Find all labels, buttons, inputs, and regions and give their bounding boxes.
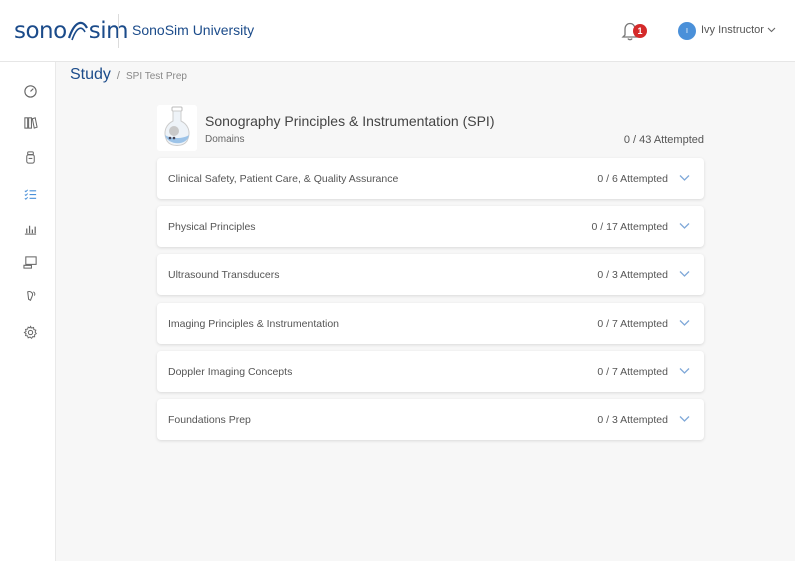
logo-text-right: sim	[88, 18, 129, 44]
domain-row-physical-principles[interactable]: Physical Principles 0 / 17 Attempted	[157, 206, 704, 247]
checklist-icon	[24, 188, 36, 200]
breadcrumb: Study / SPI Test Prep	[70, 66, 187, 84]
domain-name: Foundations Prep	[168, 413, 251, 426]
sidebar-item-settings[interactable]	[22, 324, 38, 340]
chevron-down-icon[interactable]	[679, 270, 690, 278]
probe-icon	[26, 290, 35, 301]
sonosim-logo[interactable]: sono sim	[14, 14, 129, 48]
chevron-down-icon[interactable]	[679, 319, 690, 327]
domain-name: Imaging Principles & Instrumentation	[168, 317, 339, 330]
sidebar-item-study[interactable]	[22, 186, 38, 202]
chevron-down-icon	[767, 27, 776, 33]
breadcrumb-separator: /	[116, 70, 120, 82]
notification-badge[interactable]: 1	[633, 24, 647, 38]
university-name[interactable]: SonoSim University	[132, 22, 254, 38]
domain-attempted: 0 / 3 Attempted	[597, 413, 668, 426]
domain-attempted: 0 / 17 Attempted	[591, 220, 668, 233]
sidebar-item-bottle[interactable]	[22, 149, 38, 165]
domain-row-foundations-prep[interactable]: Foundations Prep 0 / 3 Attempted	[157, 399, 704, 440]
domain-name: Ultrasound Transducers	[168, 268, 280, 281]
course-attempted-count: 0 / 43 Attempted	[623, 134, 704, 146]
chevron-down-icon[interactable]	[679, 222, 690, 230]
domain-row-clinical-safety[interactable]: Clinical Safety, Patient Care, & Quality…	[157, 158, 704, 199]
domain-row-doppler-imaging[interactable]: Doppler Imaging Concepts 0 / 7 Attempted	[157, 351, 704, 392]
domain-attempted: 0 / 6 Attempted	[597, 172, 668, 185]
domain-attempted: 0 / 7 Attempted	[597, 365, 668, 378]
domain-name: Clinical Safety, Patient Care, & Quality…	[168, 172, 399, 185]
chevron-down-icon[interactable]	[679, 415, 690, 423]
domain-row-ultrasound-transducers[interactable]: Ultrasound Transducers 0 / 3 Attempted	[157, 254, 704, 295]
user-name-label: Ivy Instructor	[701, 24, 764, 36]
bottle-icon	[25, 150, 35, 164]
left-sidebar	[0, 62, 56, 561]
course-subtitle: Domains	[205, 134, 245, 145]
chart-icon	[24, 225, 36, 235]
domain-row-imaging-principles[interactable]: Imaging Principles & Instrumentation 0 /…	[157, 303, 704, 344]
gear-icon	[23, 324, 37, 339]
avatar[interactable]: I	[678, 22, 696, 40]
domain-name: Doppler Imaging Concepts	[168, 365, 293, 378]
user-menu[interactable]: Ivy Instructor	[701, 24, 776, 36]
chevron-down-icon[interactable]	[679, 367, 690, 375]
logo-wave-icon	[67, 21, 88, 41]
chevron-down-icon[interactable]	[679, 174, 690, 182]
sidebar-item-library[interactable]	[22, 114, 38, 130]
dashboard-icon	[23, 84, 37, 98]
top-header: sono sim SonoSim University 1 I Ivy Inst…	[0, 0, 795, 62]
library-icon	[23, 116, 38, 129]
sidebar-item-dashboard[interactable]	[22, 82, 38, 98]
domain-name: Physical Principles	[168, 220, 256, 233]
sidebar-item-probe[interactable]	[22, 288, 38, 304]
logo-text-left: sono	[14, 18, 67, 44]
monitor-icon	[22, 255, 37, 269]
sidebar-item-monitor[interactable]	[22, 254, 38, 270]
breadcrumb-study-link[interactable]: Study	[70, 66, 111, 84]
header-divider	[118, 14, 119, 48]
breadcrumb-current: SPI Test Prep	[125, 71, 187, 82]
domain-attempted: 0 / 3 Attempted	[597, 268, 668, 281]
course-title: Sonography Principles & Instrumentation …	[205, 113, 495, 129]
domain-attempted: 0 / 7 Attempted	[597, 317, 668, 330]
sidebar-item-reports[interactable]	[22, 220, 38, 236]
flask-icon	[157, 105, 197, 151]
